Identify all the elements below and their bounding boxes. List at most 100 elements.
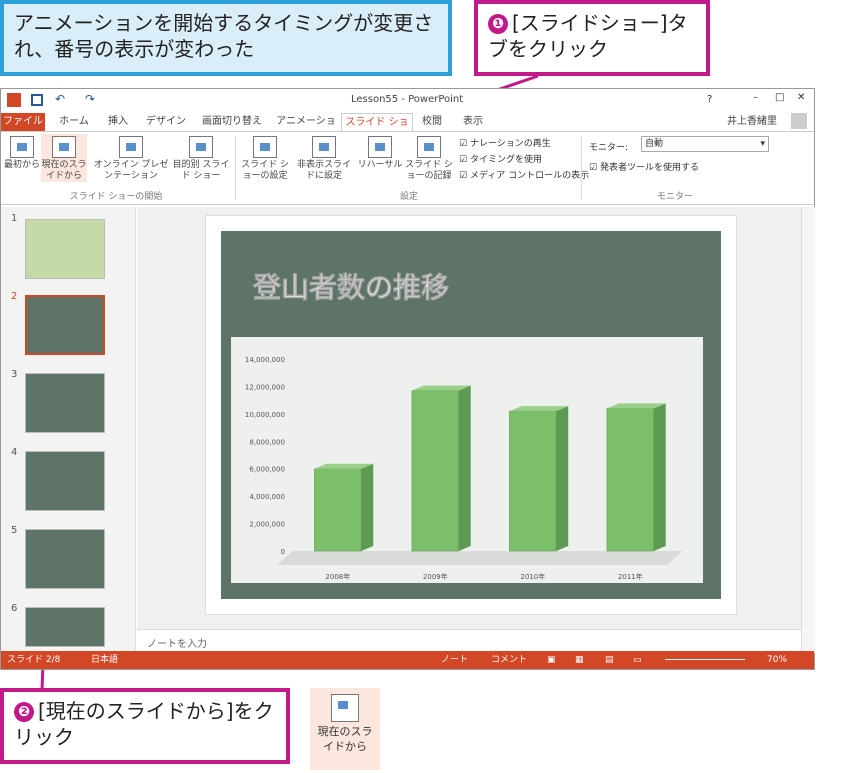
sorter-view-icon[interactable]: ▦: [575, 651, 584, 669]
record-icon: [417, 136, 441, 158]
monitor-label: モニター:: [589, 143, 629, 153]
bar-side: [556, 406, 569, 551]
minimize-icon[interactable]: –: [753, 92, 758, 103]
restore-icon[interactable]: □: [775, 92, 784, 103]
y-tick-label: 12,000,000: [245, 383, 285, 391]
tab-home[interactable]: ホーム: [51, 113, 97, 131]
bar-side: [653, 403, 666, 551]
scrollbar[interactable]: [801, 207, 815, 653]
tab-file[interactable]: ファイル: [1, 113, 45, 131]
presenter-label: 発表者ツールを使用する: [599, 163, 699, 173]
user-name[interactable]: 井上香緒里: [717, 113, 787, 131]
y-tick-label: 0: [281, 548, 285, 556]
normal-view-icon[interactable]: ▣: [547, 651, 556, 669]
tab-review[interactable]: 校閲: [415, 113, 449, 131]
save-icon[interactable]: [31, 94, 43, 106]
slide-thumbnail[interactable]: [25, 295, 105, 355]
custom-show-icon: [189, 136, 213, 158]
tab-animations[interactable]: アニメーション: [273, 113, 339, 145]
divider: [235, 136, 236, 200]
hide-slide-button[interactable]: 非表示スライドに設定: [293, 136, 355, 182]
from-current-button[interactable]: 現在のスライドから: [41, 134, 87, 182]
slide-thumbnail[interactable]: [25, 219, 105, 279]
slide-editor: 登山者数の推移 14,000,000 12,000,000 10,000,000 8,…: [137, 207, 801, 629]
help-icon[interactable]: ?: [707, 94, 712, 105]
thumb-number: 4: [11, 447, 18, 458]
notes-button[interactable]: ノート: [441, 651, 468, 669]
zoom-slider[interactable]: [665, 659, 745, 660]
chevron-down-icon: ▾: [760, 139, 765, 149]
zoom-level[interactable]: 70%: [767, 651, 787, 669]
ribbon-tabs: ファイル ホーム 挿入 デザイン 画面切り替え アニメーション スライド ショー…: [1, 111, 814, 146]
record-button[interactable]: スライド ショーの記録: [403, 136, 455, 182]
slide-thumbnail[interactable]: [25, 373, 105, 433]
hide-label: 非表示スライドに設定: [296, 160, 351, 181]
x-tick-label: 2009年: [423, 572, 448, 581]
notes-pane[interactable]: ノートを入力: [137, 629, 801, 653]
monitor-select[interactable]: 自動 ▾: [641, 136, 769, 152]
custom-show-button[interactable]: 目的別 スライド ショー: [171, 136, 231, 182]
online-label: オンライン プレゼンテーション: [93, 160, 169, 181]
setup-button[interactable]: スライド ショーの設定: [239, 136, 291, 182]
chk-narration[interactable]: ☑ ナレーションの再生: [459, 136, 551, 149]
from-start-label: 最初から: [3, 160, 40, 170]
slide[interactable]: 登山者数の推移 14,000,000 12,000,000 10,000,000 8,…: [221, 231, 721, 599]
bar-side: [361, 463, 374, 551]
globe-icon: [119, 136, 143, 158]
setup-icon: [253, 136, 277, 158]
rehearse-button[interactable]: リハーサル: [357, 136, 403, 171]
setup-label: スライド ショーの設定: [241, 160, 289, 181]
y-tick-label: 4,000,000: [249, 493, 285, 501]
chk-timing[interactable]: ☑ タイミングを使用: [459, 152, 542, 165]
undo-icon[interactable]: ↶: [55, 92, 65, 106]
slide-thumbnail[interactable]: [25, 607, 105, 647]
slideshow-view-icon[interactable]: ▭: [633, 651, 642, 669]
language[interactable]: 日本語: [91, 651, 118, 669]
thumb-number: 1: [11, 213, 18, 224]
chk-media-label: メディア コントロールの表示: [469, 171, 590, 181]
group-settings-label: 設定: [399, 192, 418, 202]
monitor-value: 自動: [645, 139, 664, 149]
online-present-button[interactable]: オンライン プレゼンテーション: [93, 136, 169, 182]
slide-thumbnail[interactable]: [25, 529, 105, 589]
chart-floor: [277, 551, 683, 565]
bar-side: [458, 385, 471, 551]
custom-label: 目的別 スライド ショー: [172, 160, 230, 181]
close-icon[interactable]: ✕: [797, 92, 805, 103]
thumb-number: 2: [11, 291, 18, 302]
chk-narration-label: ナレーションの再生: [469, 139, 551, 149]
group-start-label: スライド ショーの開始: [69, 192, 163, 202]
bar: [509, 410, 557, 552]
from-current-label: 現在のスライドから: [41, 160, 87, 181]
tab-slideshow[interactable]: スライド ショー: [341, 113, 413, 146]
group-monitor-label: モニター: [656, 192, 693, 202]
chk-timing-label: タイミングを使用: [469, 155, 542, 165]
avatar: [791, 113, 807, 129]
redo-icon[interactable]: ↷: [85, 92, 95, 106]
divider: [581, 136, 582, 200]
chk-media[interactable]: ☑ メディア コントロールの表示: [459, 168, 589, 181]
status-bar: スライド 2/8 日本語 ノート コメント ▣ ▦ ▤ ▭ 70%: [1, 651, 814, 669]
tab-insert[interactable]: 挿入: [99, 113, 137, 131]
thumb-number: 3: [11, 369, 18, 380]
x-tick-label: 2008年: [325, 572, 350, 581]
chk-presenter[interactable]: ☑ 発表者ツールを使用する: [589, 160, 699, 173]
tab-transitions[interactable]: 画面切り替え: [193, 113, 271, 131]
hide-slide-icon: [312, 136, 336, 158]
y-tick-label: 6,000,000: [249, 466, 285, 474]
x-tick-label: 2010年: [520, 572, 545, 581]
slide-title[interactable]: 登山者数の推移: [252, 271, 450, 305]
notes-placeholder: ノートを入力: [147, 639, 207, 650]
tab-design[interactable]: デザイン: [141, 113, 191, 131]
slide-thumbnail[interactable]: [25, 451, 105, 511]
reading-view-icon[interactable]: ▤: [605, 651, 614, 669]
thumbnail-pane[interactable]: 1 2 3 4 5 6: [1, 207, 136, 653]
comments-button[interactable]: コメント: [491, 651, 527, 669]
from-start-button[interactable]: 最初から: [3, 136, 41, 171]
ribbon: 最初から 現在のスライドから オンライン プレゼンテーション 目的別 スライド …: [1, 131, 814, 205]
tab-view[interactable]: 表示: [453, 113, 493, 131]
thumb-number: 6: [11, 603, 18, 614]
slide-counter: スライド 2/8: [7, 655, 61, 665]
projector-icon: [10, 136, 34, 158]
y-tick-label: 14,000,000: [245, 356, 285, 364]
